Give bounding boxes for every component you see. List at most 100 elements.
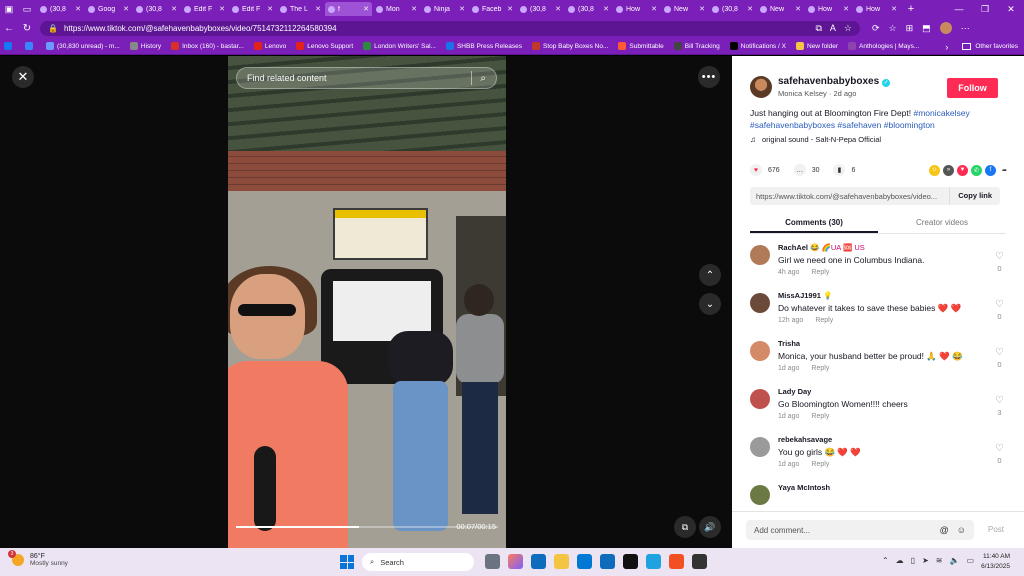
bookmark-item[interactable]: Inbox (160) - bastar... xyxy=(171,42,244,50)
tab-close-icon[interactable]: ✕ xyxy=(219,5,225,13)
commenter-avatar[interactable] xyxy=(750,389,770,409)
tab-close-icon[interactable]: ✕ xyxy=(699,5,705,13)
author-avatar[interactable] xyxy=(750,76,772,98)
close-video-button[interactable]: ✕ xyxy=(12,66,34,88)
tab-close-icon[interactable]: ✕ xyxy=(411,5,417,13)
file-explorer-icon[interactable] xyxy=(554,554,569,569)
comment-like-button[interactable]: ♡ 0 xyxy=(995,299,1004,321)
tab-close-icon[interactable]: ✕ xyxy=(171,5,177,13)
browser-tab[interactable]: (30,8 ✕ xyxy=(517,2,564,16)
bookmark-item[interactable]: London Writers' Sal... xyxy=(363,42,436,50)
search-icon[interactable]: ⌕ xyxy=(480,73,486,84)
address-bar[interactable]: 🔒 https://www.tiktok.com/@safehavenbabyb… xyxy=(40,20,860,36)
commenter-username[interactable]: MissAJ1991 xyxy=(778,291,821,300)
tray-chevron-icon[interactable]: ⌃ xyxy=(882,556,889,565)
widgets-icon[interactable] xyxy=(531,554,546,569)
facebook-icon[interactable]: f xyxy=(985,164,996,176)
bookmark-item[interactable]: Lenovo xyxy=(253,42,286,50)
browser-tab[interactable]: (30,8 ✕ xyxy=(709,2,756,16)
browser-tab[interactable]: (30,8 ✕ xyxy=(37,2,84,16)
tab-close-icon[interactable]: ✕ xyxy=(555,5,561,13)
tab-close-icon[interactable]: ✕ xyxy=(891,5,897,13)
other-favorites-label[interactable]: Other favorites xyxy=(975,43,1018,50)
tab-close-icon[interactable]: ✕ xyxy=(795,5,801,13)
commenter-avatar[interactable] xyxy=(750,341,770,361)
tab-close-icon[interactable]: ✕ xyxy=(363,5,369,13)
read-aloud-icon[interactable]: A xyxy=(830,23,836,34)
workspaces-icon[interactable]: ▣ xyxy=(0,0,18,18)
bookmark-item[interactable] xyxy=(4,42,15,50)
weather-widget[interactable]: 3 86°F Mostly sunny xyxy=(8,550,68,567)
bookmark-item[interactable]: History xyxy=(129,42,161,50)
mention-icon[interactable]: @ xyxy=(940,525,949,535)
collections-icon[interactable]: ⊞ xyxy=(906,23,914,34)
commenter-username[interactable]: Trisha xyxy=(778,339,800,348)
settings-more-icon[interactable]: ⋯ xyxy=(961,23,970,34)
video-player[interactable]: Find related content ⌕ 00:07/00:15 xyxy=(228,56,506,548)
reply-button[interactable]: Reply xyxy=(811,461,829,468)
comment-like-button[interactable]: ♡ 3 xyxy=(995,395,1004,417)
tab-creator-videos[interactable]: Creator videos xyxy=(878,214,1006,233)
tab-close-icon[interactable]: ✕ xyxy=(75,5,81,13)
bookmark-item[interactable] xyxy=(25,42,36,50)
bookmark-item[interactable]: (30,830 unread) - m... xyxy=(46,42,120,50)
share-link-url[interactable]: https://www.tiktok.com/@safehavenbabybox… xyxy=(756,192,949,201)
reply-button[interactable]: Reply xyxy=(815,317,833,324)
new-tab-button[interactable]: + xyxy=(904,3,918,15)
wifi-icon[interactable]: ≋ xyxy=(936,556,943,565)
post-comment-button[interactable]: Post xyxy=(988,525,1004,534)
reply-button[interactable]: Reply xyxy=(811,269,829,276)
tab-close-icon[interactable]: ✕ xyxy=(507,5,513,13)
office-icon[interactable] xyxy=(669,554,684,569)
open-in-app-icon[interactable]: ⧉ xyxy=(815,23,821,34)
taskbar-clock[interactable]: 11:40 AM 6/13/2025 xyxy=(981,552,1010,572)
commenter-username[interactable]: rebekahsavage xyxy=(778,435,832,444)
volume-button[interactable]: 🔊 xyxy=(699,516,721,538)
commenter-avatar[interactable] xyxy=(750,437,770,457)
browser-tab[interactable]: The L ✕ xyxy=(277,2,324,16)
browser-tab[interactable]: (30,8 ✕ xyxy=(565,2,612,16)
browser-tab[interactable]: New ✕ xyxy=(757,2,804,16)
embed-icon[interactable]: ☺ xyxy=(929,164,940,176)
commenter-username[interactable]: Yaya McIntosh xyxy=(778,483,830,492)
repost-icon[interactable]: ▼ xyxy=(957,164,968,176)
more-options-button[interactable]: ••• xyxy=(698,66,720,88)
cloud-icon[interactable]: ☁ xyxy=(896,556,904,565)
volume-icon[interactable]: 🔈 xyxy=(949,556,959,565)
copilot-icon[interactable] xyxy=(508,554,523,569)
reply-button[interactable]: Reply xyxy=(811,365,829,372)
more-bookmarks-chevron-icon[interactable]: › xyxy=(945,42,948,52)
favorites-icon[interactable]: ☆ xyxy=(889,23,897,34)
start-button[interactable] xyxy=(340,555,354,569)
bookmark-item[interactable]: Notifications / X xyxy=(729,42,786,50)
sound-link[interactable]: ♫ original sound - Salt-N-Pepa Official xyxy=(750,135,881,144)
follow-button[interactable]: Follow xyxy=(947,78,998,98)
split-screen-icon[interactable]: ⬒ xyxy=(922,23,931,34)
browser-tab[interactable]: How ✕ xyxy=(853,2,900,16)
bookmark-item[interactable]: New folder xyxy=(795,42,838,50)
comment-button[interactable]: … 30 xyxy=(793,164,819,176)
whatsapp-icon[interactable]: ✆ xyxy=(971,164,982,176)
tab-comments[interactable]: Comments (30) xyxy=(750,214,878,233)
share-arrow-icon[interactable]: ➦ xyxy=(999,164,1010,176)
browser-tab[interactable]: Goog ✕ xyxy=(85,2,132,16)
microsoft-store-icon[interactable] xyxy=(577,554,592,569)
minimize-button[interactable]: — xyxy=(946,0,972,18)
commenter-avatar[interactable] xyxy=(750,485,770,505)
location-icon[interactable]: ➤ xyxy=(922,556,929,565)
maximize-button[interactable]: ❐ xyxy=(972,0,998,18)
close-window-button[interactable]: ✕ xyxy=(998,0,1024,18)
comment-like-button[interactable]: ♡ 0 xyxy=(995,443,1004,465)
bookmark-item[interactable]: Submittable xyxy=(618,42,664,50)
back-button[interactable]: ← xyxy=(0,23,18,34)
browser-tab[interactable]: How ✕ xyxy=(613,2,660,16)
browser-tab[interactable]: f ✕ xyxy=(325,2,372,16)
tab-close-icon[interactable]: ✕ xyxy=(267,5,273,13)
threads-icon[interactable] xyxy=(692,554,707,569)
comment-like-button[interactable]: ♡ 0 xyxy=(995,251,1004,273)
browser-tab[interactable]: Faceb ✕ xyxy=(469,2,516,16)
add-comment-input[interactable]: Add comment... @ ☺ xyxy=(746,520,974,540)
browser-tab[interactable]: Edit F ✕ xyxy=(229,2,276,16)
tab-close-icon[interactable]: ✕ xyxy=(459,5,465,13)
browser-tab[interactable]: Mon ✕ xyxy=(373,2,420,16)
